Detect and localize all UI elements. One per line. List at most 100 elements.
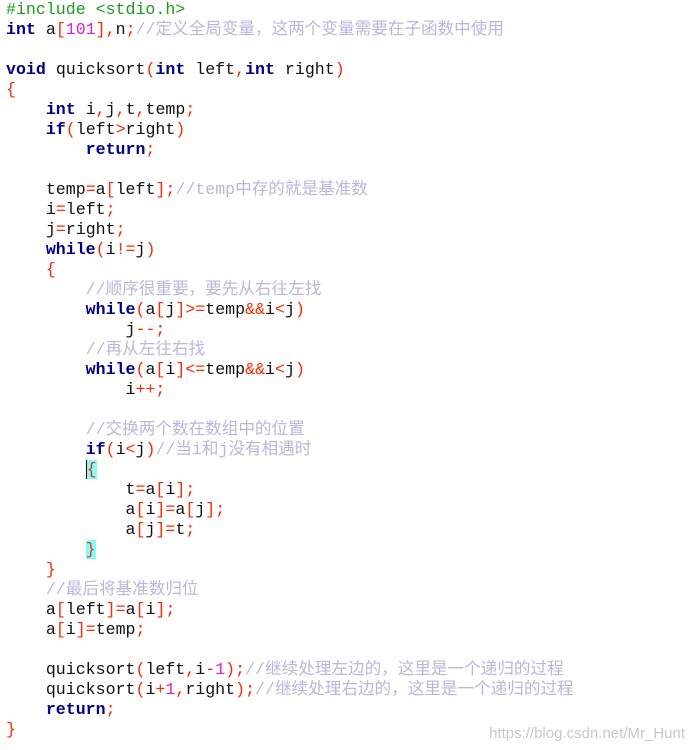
keyword: while [45, 240, 96, 259]
code-line: } [6, 540, 574, 560]
code-line: int i,j,t,temp; [6, 100, 574, 120]
operator: ( [65, 120, 76, 139]
identifier: quicksort [45, 660, 136, 679]
identifier: j [145, 520, 156, 539]
operator: & [255, 360, 266, 379]
operator: ; [115, 220, 126, 239]
operator: = [125, 240, 136, 259]
keyword: if [85, 440, 106, 459]
operator: ] [105, 600, 116, 619]
identifier: a [145, 480, 156, 499]
identifier: a [125, 500, 136, 519]
identifier: i [145, 680, 156, 699]
identifier: temp [205, 300, 246, 319]
code-line: a[i]=temp; [6, 620, 574, 640]
operator: , [105, 20, 116, 39]
identifier: j [45, 220, 56, 239]
code-line: int a[101],n;//定义全局变量，这两个变量需要在子函数中使用 [6, 20, 574, 40]
operator: ( [135, 360, 146, 379]
operator: > [115, 120, 126, 139]
code-line: return; [6, 140, 574, 160]
code-line: //顺序很重要，要先从右往左找 [6, 280, 574, 300]
identifier: j [165, 300, 176, 319]
identifier: temp [45, 180, 86, 199]
operator: ] [95, 20, 106, 39]
code-line: //交换两个数在数组中的位置 [6, 420, 574, 440]
operator: , [175, 680, 186, 699]
operator: ( [145, 60, 156, 79]
operator: [ [135, 500, 146, 519]
identifier: a [45, 600, 56, 619]
operator: - [205, 660, 216, 679]
operator: [ [135, 520, 146, 539]
identifier: left [75, 120, 116, 139]
operator: ] [175, 480, 186, 499]
operator: = [195, 360, 206, 379]
identifier: quicksort [55, 60, 146, 79]
operator: ; [185, 520, 196, 539]
identifier: left [115, 180, 156, 199]
identifier: i [265, 360, 275, 379]
identifier: right [284, 60, 335, 79]
code-line: t=a[i]; [6, 480, 574, 500]
operator: ) [145, 440, 156, 459]
operator: ; [165, 180, 176, 199]
operator: < [275, 300, 285, 319]
identifier: t [175, 520, 186, 539]
keyword: int [245, 60, 275, 79]
code-line: j=right; [6, 220, 574, 240]
code-line: //再从左往右找 [6, 340, 574, 360]
operator: ( [135, 680, 146, 699]
code-line: j--; [6, 320, 574, 340]
identifier: left [145, 660, 186, 679]
operator: ) [235, 680, 246, 699]
identifier: quicksort [45, 680, 136, 699]
operator: ) [334, 60, 345, 79]
code-line: quicksort(i+1,right);//继续处理右边的，这里是一个递归的过… [6, 680, 574, 700]
number-literal: 1 [215, 660, 226, 679]
code-line: if(left>right) [6, 120, 574, 140]
operator: + [155, 680, 166, 699]
identifier: a [125, 600, 136, 619]
code-line: quicksort(left,i-1);//继续处理左边的，这里是一个递归的过程 [6, 660, 574, 680]
keyword: while [85, 360, 136, 379]
code-line: { [6, 260, 574, 280]
identifier: j [195, 500, 206, 519]
identifier: temp [205, 360, 246, 379]
operator: [ [155, 480, 166, 499]
operator: [ [155, 300, 166, 319]
identifier: i [45, 200, 56, 219]
operator: & [255, 300, 266, 319]
code-editor[interactable]: #include <stdio.h> int a[101],n;//定义全局变量，… [6, 0, 574, 740]
code-line: while(i!=j) [6, 240, 574, 260]
operator: ; [235, 660, 246, 679]
code-comment: //继续处理右边的，这里是一个递归的过程 [255, 680, 574, 699]
identifier: i [145, 500, 156, 519]
code-line: a[j]=t; [6, 520, 574, 540]
operator: ; [135, 620, 146, 639]
identifier: t [125, 480, 136, 499]
operator: > [185, 300, 196, 319]
operator: + [135, 380, 146, 399]
operator: - [135, 320, 146, 339]
identifier: j [284, 360, 295, 379]
operator: = [55, 220, 66, 239]
keyword: while [85, 300, 136, 319]
identifier: a [45, 20, 56, 39]
identifier: t [125, 100, 136, 119]
operator: ; [185, 100, 196, 119]
number-literal: 1 [165, 680, 176, 699]
code-comment: //顺序很重要，要先从右往左找 [85, 280, 322, 299]
operator: ) [145, 240, 156, 259]
identifier: left [65, 600, 106, 619]
identifier: i [105, 240, 116, 259]
identifier: a [145, 360, 156, 379]
operator: ] [155, 500, 166, 519]
operator: ( [105, 440, 116, 459]
identifier: j [135, 240, 146, 259]
code-line: return; [6, 700, 574, 720]
code-comment: //当i和j没有相遇时 [155, 440, 312, 459]
code-line: i=left; [6, 200, 574, 220]
code-comment: //继续处理左边的，这里是一个递归的过程 [245, 660, 564, 679]
